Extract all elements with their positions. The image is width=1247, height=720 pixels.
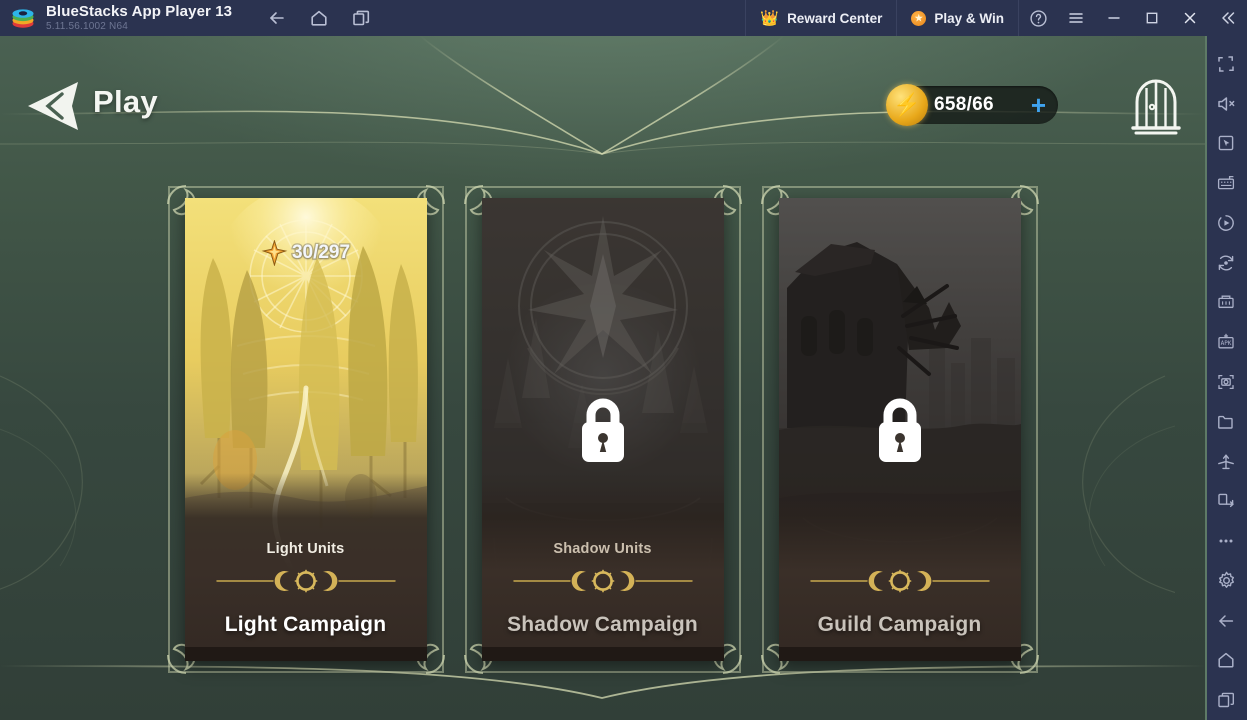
more-options-icon[interactable] — [1206, 521, 1246, 561]
card-body: 30/297 Light Units Light Campaign — [184, 198, 427, 661]
back-chevron-icon[interactable] — [22, 80, 82, 132]
campaign-card-shadow-campaign[interactable]: Shadow Units Shadow Campaign — [463, 185, 742, 674]
energy-counter[interactable]: ⚡ 658/66 + — [886, 84, 1058, 126]
recent-apps-icon[interactable] — [1206, 680, 1246, 720]
install-apk-icon[interactable]: APK — [1206, 322, 1246, 362]
minimize-icon[interactable] — [1095, 0, 1133, 36]
screenshot-icon[interactable] — [1206, 362, 1246, 402]
energy-lightning-icon: ⚡ — [886, 84, 928, 126]
home-icon[interactable] — [308, 7, 330, 29]
crown-icon: 👑 — [760, 9, 780, 27]
script-play-icon[interactable] — [1206, 203, 1246, 243]
star-icon — [261, 240, 287, 266]
window-controls — [1019, 0, 1247, 36]
card-footer-strip — [481, 647, 724, 661]
card-divider-ornament — [779, 569, 1021, 593]
multi-instance-icon[interactable] — [350, 7, 372, 29]
campaign-card-light-campaign[interactable]: 30/297 Light Units Light Campaign — [166, 185, 445, 674]
card-title: Light Campaign — [224, 613, 387, 636]
sync-operations-icon[interactable] — [1206, 243, 1246, 283]
sidebar-edge-divider — [1205, 36, 1207, 720]
svg-text:APK: APK — [1221, 340, 1232, 347]
reward-center-button[interactable]: 👑 Reward Center — [745, 0, 898, 36]
settings-gear-icon[interactable] — [1206, 561, 1246, 601]
multi-instance-sync-icon[interactable] — [1206, 283, 1246, 323]
help-circle-icon[interactable] — [1019, 0, 1057, 36]
game-viewport: Play ⚡ 658/66 + 30/297 Light Units Light… — [0, 36, 1205, 720]
card-title: Shadow Campaign — [507, 613, 698, 636]
progress-badge-value: 30/297 — [291, 241, 352, 265]
play-and-win-button[interactable]: ★ Play & Win — [897, 0, 1019, 36]
play-and-win-label: Play & Win — [934, 10, 1004, 26]
campaign-card-guild-campaign[interactable]: Guild Campaign — [760, 185, 1039, 674]
app-title-block: BlueStacks App Player 13 5.11.56.1002 N6… — [46, 0, 232, 36]
card-footer-strip — [778, 647, 1021, 661]
double-chevron-left-icon[interactable] — [1209, 0, 1247, 36]
hamburger-menu-icon[interactable] — [1057, 0, 1095, 36]
lock-icon — [575, 394, 631, 466]
card-divider-ornament — [185, 569, 427, 593]
back-icon[interactable] — [1206, 601, 1246, 641]
keyboard-macro-icon[interactable] — [1206, 163, 1246, 203]
card-title: Guild Campaign — [817, 613, 982, 636]
rotate-screen-icon[interactable] — [1206, 481, 1246, 521]
home-icon[interactable] — [1206, 640, 1246, 680]
fullscreen-icon[interactable] — [1206, 44, 1246, 84]
media-folder-icon[interactable] — [1206, 402, 1246, 442]
back-icon[interactable] — [266, 7, 288, 29]
eco-mode-icon[interactable] — [1206, 442, 1246, 482]
energy-value: 658/66 — [934, 94, 994, 115]
orange-badge-icon: ★ — [911, 10, 927, 26]
game-header: Play ⚡ 658/66 + — [0, 36, 1205, 135]
campaign-card-list: 30/297 Light Units Light Campaign Shadow… — [0, 185, 1205, 686]
app-version: 5.11.56.1002 N64 — [46, 20, 128, 32]
add-energy-button[interactable]: + — [1031, 92, 1046, 118]
bluestacks-sidebar: APK — [1205, 36, 1247, 720]
reward-center-label: Reward Center — [787, 10, 883, 26]
close-icon[interactable] — [1171, 0, 1209, 36]
window-titlebar: BlueStacks App Player 13 5.11.56.1002 N6… — [0, 0, 1247, 36]
card-body: Guild Campaign — [778, 198, 1021, 661]
card-subtitle: Shadow Units — [553, 541, 652, 557]
mute-icon[interactable] — [1206, 84, 1246, 124]
app-title: BlueStacks App Player 13 — [46, 2, 233, 20]
card-subtitle: Light Units — [266, 541, 345, 557]
progress-badge: 30/297 — [261, 240, 352, 266]
bluestacks-logo-icon — [10, 5, 36, 31]
page-title: Play — [93, 84, 158, 119]
card-body: Shadow Units Shadow Campaign — [481, 198, 724, 661]
card-footer-strip — [184, 647, 427, 661]
gate-icon[interactable] — [1127, 76, 1185, 136]
card-divider-ornament — [482, 569, 724, 593]
lock-icon — [872, 394, 928, 466]
maximize-icon[interactable] — [1133, 0, 1171, 36]
bluestacks-window: BlueStacks App Player 13 5.11.56.1002 N6… — [0, 0, 1247, 720]
titlebar-right-group: 👑 Reward Center ★ Play & Win — [745, 0, 1247, 36]
titlebar-nav-group — [266, 7, 372, 29]
pointer-target-icon[interactable] — [1206, 124, 1246, 164]
